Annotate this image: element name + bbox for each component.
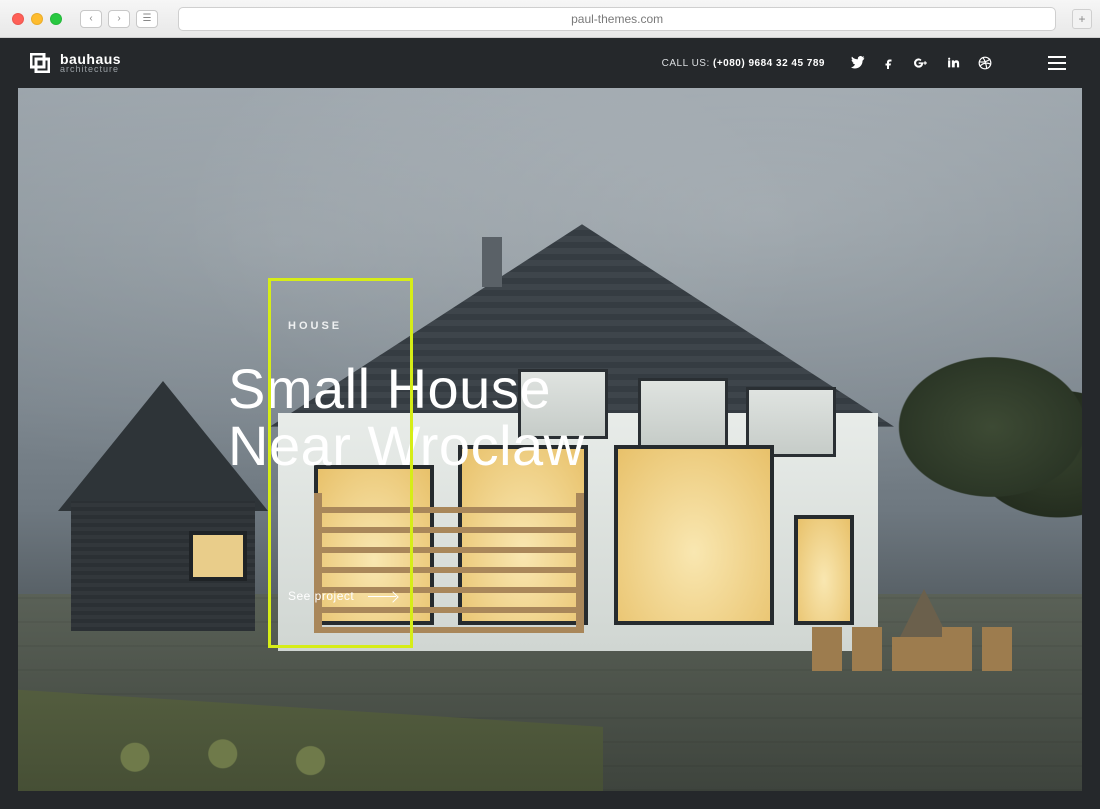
url-text: paul-themes.com: [571, 12, 663, 26]
hero: HOUSE Small House Near Wroclaw See proje…: [18, 88, 1082, 791]
logo-icon: [30, 53, 50, 73]
brand-text: bauhaus architecture: [60, 53, 121, 74]
dribbble-icon[interactable]: [978, 56, 992, 70]
see-project-label: See project: [288, 589, 354, 603]
arrow-right-icon: [368, 596, 396, 597]
linkedin-icon[interactable]: [947, 56, 960, 70]
browser-chrome: ‹ › ☰ paul-themes.com ⟳ +: [0, 0, 1100, 38]
back-button[interactable]: ‹: [80, 10, 102, 28]
facebook-icon[interactable]: [883, 56, 895, 70]
site-header: bauhaus architecture CALL US: (+080) 968…: [0, 38, 1100, 88]
twitter-icon[interactable]: [851, 56, 865, 70]
new-tab-button[interactable]: +: [1072, 9, 1092, 29]
sidebar-button[interactable]: ☰: [136, 10, 158, 28]
zoom-window-button[interactable]: [50, 13, 62, 25]
forward-button[interactable]: ›: [108, 10, 130, 28]
brand[interactable]: bauhaus architecture: [30, 53, 121, 74]
hero-background-trees: [882, 355, 1082, 535]
call-us: CALL US: (+080) 9684 32 45 789: [662, 58, 825, 69]
brand-tagline: architecture: [60, 65, 121, 73]
window-controls: [12, 13, 62, 25]
see-project-link[interactable]: See project: [288, 589, 648, 603]
social-links: [851, 56, 992, 70]
hero-title: Small House Near Wroclaw: [228, 360, 648, 474]
page: bauhaus architecture CALL US: (+080) 968…: [0, 38, 1100, 809]
close-window-button[interactable]: [12, 13, 24, 25]
hero-overlay: HOUSE Small House Near Wroclaw See proje…: [228, 298, 648, 603]
url-bar[interactable]: paul-themes.com: [178, 7, 1056, 31]
hero-kicker: HOUSE: [288, 320, 648, 332]
phone-number[interactable]: (+080) 9684 32 45 789: [713, 58, 825, 69]
call-us-label: CALL US:: [662, 58, 713, 69]
google-plus-icon[interactable]: [913, 56, 929, 70]
minimize-window-button[interactable]: [31, 13, 43, 25]
menu-button[interactable]: [1048, 56, 1066, 70]
nav-buttons: ‹ › ☰: [80, 10, 158, 28]
hero-background-patio: [812, 591, 1012, 671]
